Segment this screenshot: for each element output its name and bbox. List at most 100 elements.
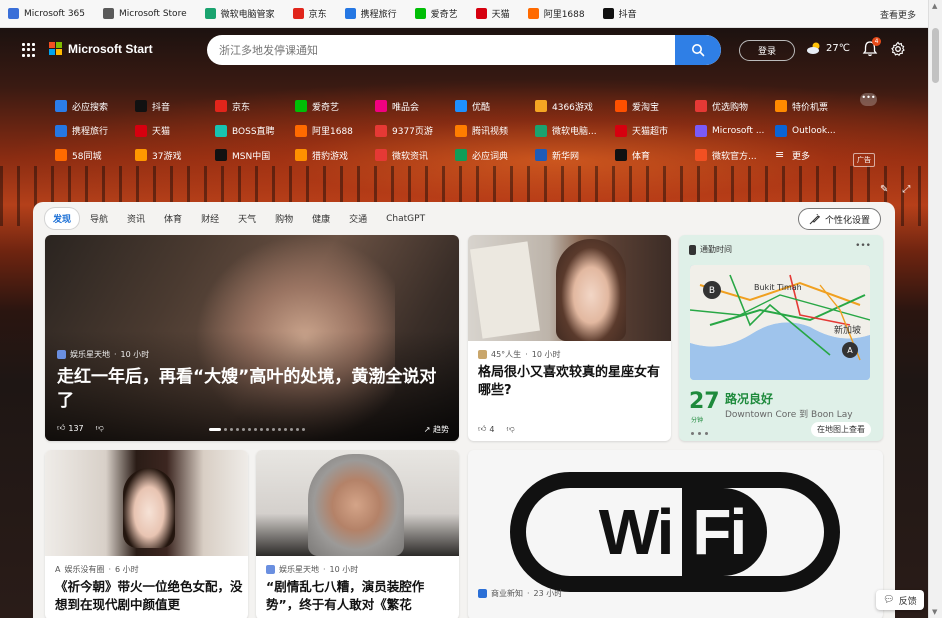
favorite-item[interactable]: 天猫 bbox=[475, 7, 510, 20]
quick-link[interactable]: 9377页游 bbox=[375, 124, 455, 137]
feed-tab[interactable]: 财经 bbox=[193, 208, 227, 229]
quick-link[interactable]: 必应词典 bbox=[455, 149, 535, 162]
feed-tab[interactable]: 体育 bbox=[156, 208, 190, 229]
quick-link[interactable]: Outlook... bbox=[775, 124, 855, 137]
quick-link[interactable]: Microsoft ... bbox=[695, 124, 775, 137]
personalize-label: 个性化设置 bbox=[825, 215, 871, 226]
trending-badge[interactable]: ↗ 趋势 bbox=[424, 424, 449, 435]
login-button[interactable]: 登录 bbox=[739, 40, 795, 61]
scroll-down-icon[interactable]: ▼ bbox=[932, 608, 937, 616]
favorite-item[interactable]: 抖音 bbox=[602, 7, 637, 20]
thumbs-down-icon[interactable]: 👎︎ bbox=[506, 424, 514, 434]
source-name: 45°人生 bbox=[491, 350, 522, 359]
article-card[interactable]: Wi Fi 商业新知 · 23 小时 bbox=[468, 450, 883, 618]
quick-link[interactable]: 阿里1688 bbox=[295, 124, 375, 137]
quick-link[interactable]: 爱奇艺 bbox=[295, 100, 375, 113]
commute-card[interactable]: 通勤时间 ••• B A Bukit Timah 新加坡 27 分钟 路况良好 … bbox=[679, 235, 883, 441]
expand-icon[interactable]: ⤢ bbox=[902, 184, 910, 195]
app-launcher-icon[interactable] bbox=[22, 43, 36, 57]
scrollbar-thumb[interactable] bbox=[932, 28, 939, 83]
quick-link[interactable]: 爱淘宝 bbox=[615, 100, 695, 113]
article-card[interactable]: 娱乐星天地 · 10 小时 “剧情乱七八糟，演员装腔作势”，终于有人敢对《繁花 bbox=[256, 450, 459, 618]
favorite-item[interactable]: 爱奇艺 bbox=[414, 7, 458, 20]
settings-button[interactable] bbox=[890, 41, 906, 57]
article-title[interactable]: 格局很小又喜欢较真的星座女有哪些? bbox=[478, 364, 662, 400]
quick-link[interactable]: ≡ 更多 bbox=[775, 149, 855, 162]
favorite-item[interactable]: 京东 bbox=[292, 7, 327, 20]
quick-link-label: 优酷 bbox=[472, 102, 491, 113]
like-button[interactable]: 👍︎ 4 bbox=[478, 424, 494, 434]
quick-link[interactable]: 抖音 bbox=[135, 100, 215, 113]
quick-link[interactable]: 优选购物 bbox=[695, 100, 775, 113]
quick-link[interactable]: 天猫超市 bbox=[615, 124, 695, 137]
feed-tab[interactable]: 发现 bbox=[45, 208, 80, 229]
quick-link[interactable]: 天猫 bbox=[135, 124, 215, 137]
brand-logo[interactable]: Microsoft Start bbox=[49, 42, 153, 56]
quick-link[interactable]: 优酷 bbox=[455, 100, 535, 113]
quick-links-more-button[interactable]: ••• bbox=[860, 93, 877, 106]
like-count: 137 bbox=[68, 423, 84, 433]
quick-link[interactable]: 腾讯视频 bbox=[455, 124, 535, 137]
quick-link[interactable]: 微软官方... bbox=[695, 149, 775, 162]
carousel-dots[interactable] bbox=[209, 428, 305, 431]
article-title[interactable]: 《祈今朝》带火一位绝色女配，没想到在现代剧中颜值更 bbox=[55, 578, 243, 614]
personalize-button[interactable]: 个性化设置 bbox=[798, 208, 882, 230]
quick-link[interactable]: 携程旅行 bbox=[55, 124, 135, 137]
quick-link[interactable]: 58同城 bbox=[55, 149, 135, 162]
quick-link[interactable]: 唯品会 bbox=[375, 100, 455, 113]
source-logo-icon bbox=[478, 350, 487, 359]
feed-tab[interactable]: 天气 bbox=[230, 208, 264, 229]
favorite-item[interactable]: 携程旅行 bbox=[344, 7, 397, 20]
headline-title[interactable]: 走红一年后，再看“大嫂”高叶的处境，黄渤全说对了 bbox=[57, 365, 447, 413]
quick-link[interactable]: MSN中国 bbox=[215, 149, 295, 162]
thumbs-up-icon: 👍︎ bbox=[57, 423, 66, 432]
favorites-more-button[interactable]: 查看更多 bbox=[880, 8, 916, 21]
quick-link-label: 更多 bbox=[792, 151, 811, 162]
article-card[interactable]: A 娱乐没有圈 · 6 小时 《祈今朝》带火一位绝色女配，没想到在现代剧中颜值更 bbox=[45, 450, 248, 618]
card-more-button[interactable]: ••• bbox=[855, 241, 871, 251]
search-button[interactable] bbox=[675, 35, 721, 65]
feed-tab[interactable]: 健康 bbox=[304, 208, 338, 229]
feed-tab[interactable]: 交通 bbox=[341, 208, 375, 229]
feed-tab[interactable]: 资讯 bbox=[119, 208, 153, 229]
site-icon bbox=[535, 124, 547, 137]
quick-link[interactable]: 微软电脑... bbox=[535, 124, 615, 137]
like-button[interactable]: 👍︎ 137 bbox=[57, 423, 84, 433]
quick-link-label: BOSS直聘 bbox=[232, 127, 275, 138]
quick-link[interactable]: 必应搜索 bbox=[55, 100, 135, 113]
search-input[interactable] bbox=[207, 35, 675, 65]
quick-link[interactable]: 特价机票 bbox=[775, 100, 855, 113]
favorite-item[interactable]: Microsoft Store bbox=[103, 8, 187, 19]
article-card[interactable]: 45°人生 · 10 小时 格局很小又喜欢较真的星座女有哪些? 👍︎ 4 👎︎ bbox=[468, 235, 671, 441]
quick-link[interactable]: BOSS直聘 bbox=[215, 124, 295, 137]
favorite-item[interactable]: 微软电脑管家 bbox=[204, 7, 275, 20]
headline-card[interactable]: 娱乐星天地 · 10 小时 走红一年后，再看“大嫂”高叶的处境，黄渤全说对了 👍… bbox=[45, 235, 459, 441]
quick-link[interactable]: 4366游戏 bbox=[535, 100, 615, 113]
scroll-up-icon[interactable]: ▲ bbox=[932, 2, 937, 10]
traffic-map[interactable]: B A Bukit Timah 新加坡 bbox=[690, 265, 870, 380]
quick-link[interactable]: 微软资讯 bbox=[375, 149, 455, 162]
search-box[interactable] bbox=[207, 35, 721, 65]
weather-widget[interactable]: 27℃ bbox=[806, 41, 850, 55]
view-on-map-button[interactable]: 在地图上查看 bbox=[811, 422, 871, 437]
edit-background-icon[interactable]: ✎ bbox=[880, 184, 888, 195]
article-title[interactable]: “剧情乱七八糟，演员装腔作势”，终于有人敢对《繁花 bbox=[266, 578, 454, 614]
notifications-button[interactable]: 4 bbox=[862, 37, 881, 58]
feed-tab[interactable]: ChatGPT bbox=[378, 210, 433, 228]
site-icon bbox=[375, 124, 387, 137]
favorite-item[interactable]: 阿里1688 bbox=[527, 7, 585, 20]
quick-link[interactable]: 京东 bbox=[215, 100, 295, 113]
thumbs-down-icon[interactable]: 👎︎ bbox=[96, 423, 104, 433]
favorite-item[interactable]: Microsoft 365 bbox=[8, 8, 85, 19]
quick-link-label: 必应词典 bbox=[472, 151, 509, 162]
feed-tab[interactable]: 导航 bbox=[82, 208, 116, 229]
feedback-button[interactable]: 💬︎ 反馈 bbox=[876, 590, 924, 610]
quick-link[interactable]: 37游戏 bbox=[135, 149, 215, 162]
card-pager[interactable] bbox=[691, 432, 708, 435]
article-source: 娱乐星天地 · 10 小时 bbox=[57, 349, 149, 360]
feed-tab[interactable]: 购物 bbox=[267, 208, 301, 229]
vertical-scrollbar[interactable]: ▲ ▼ bbox=[928, 0, 942, 618]
quick-link[interactable]: 体育 bbox=[615, 149, 695, 162]
quick-link[interactable]: 新华网 bbox=[535, 149, 615, 162]
quick-link[interactable]: 猎豹游戏 bbox=[295, 149, 375, 162]
